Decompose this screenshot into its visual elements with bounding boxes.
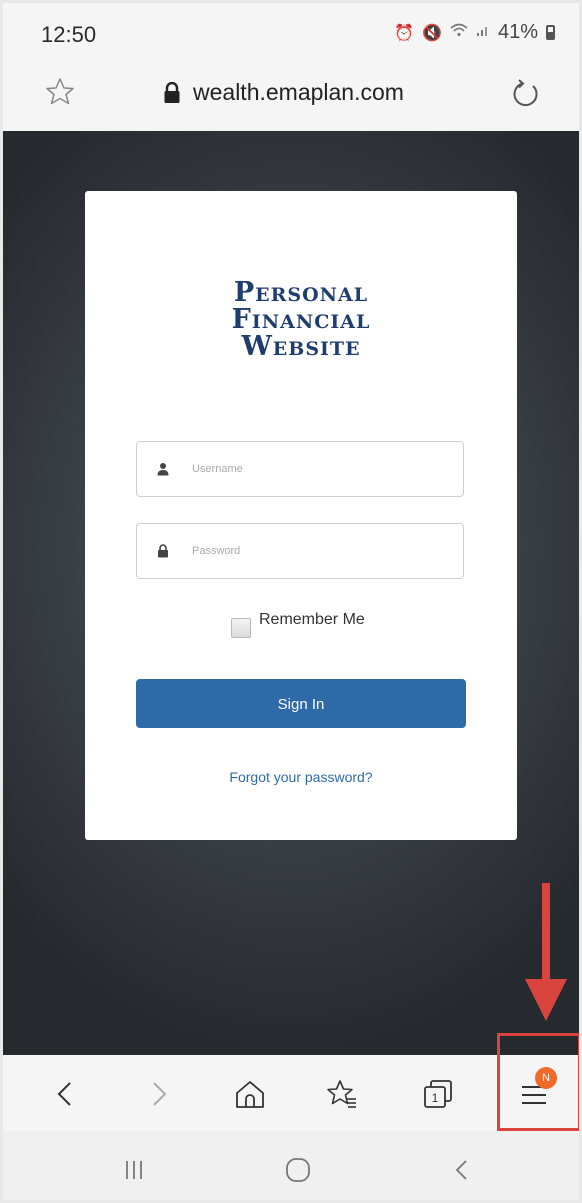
back-icon[interactable] <box>49 1077 83 1111</box>
brand-line-1: Personal <box>233 277 369 308</box>
star-icon[interactable] <box>43 75 77 109</box>
password-field[interactable] <box>136 523 464 579</box>
brand-logo: Personal Financial Website <box>85 279 517 360</box>
signal-icon <box>476 23 490 42</box>
status-bar: 12:50 ⏰ 🔇 41% <box>3 3 579 61</box>
lock-icon <box>158 544 168 558</box>
wifi-icon <box>450 23 468 42</box>
username-input[interactable] <box>192 454 442 484</box>
phone-screen: 12:50 ⏰ 🔇 41% wealth.emaplan.com Persona… <box>0 0 582 1203</box>
home-circle-icon[interactable] <box>283 1155 313 1185</box>
remember-checkbox[interactable] <box>231 618 251 638</box>
remember-label: Remember Me <box>259 611 365 628</box>
home-icon[interactable] <box>233 1077 267 1111</box>
user-icon <box>157 463 169 476</box>
forgot-password-link[interactable]: Forgot your password? <box>85 769 517 785</box>
sign-in-button[interactable]: Sign In <box>136 679 466 728</box>
tabs-count: 1 <box>432 1091 439 1105</box>
alarm-icon: ⏰ <box>394 24 415 42</box>
status-icons: ⏰ 🔇 41% <box>394 21 555 44</box>
bookmarks-icon[interactable] <box>325 1077 359 1111</box>
password-input[interactable] <box>192 536 442 566</box>
battery-percent: 41% <box>497 21 538 43</box>
brand-line-3: Website <box>241 331 361 362</box>
annotation-arrow-icon <box>525 883 567 1021</box>
page-content: Personal Financial Website Username Reme… <box>3 131 579 1055</box>
annotation-highlight-box <box>497 1033 579 1131</box>
brand-line-2: Financial <box>231 304 371 335</box>
url-field[interactable]: wealth.emaplan.com <box>163 79 404 106</box>
browser-toolbar: 1 N <box>3 1033 579 1131</box>
forward-icon[interactable] <box>141 1077 175 1111</box>
mute-icon: 🔇 <box>422 24 442 42</box>
url-bar: wealth.emaplan.com <box>3 61 579 131</box>
reload-icon[interactable] <box>509 77 543 111</box>
remember-me[interactable]: Remember Me <box>231 608 365 638</box>
recent-apps-icon[interactable] <box>119 1155 149 1185</box>
battery-icon <box>546 25 555 40</box>
username-field[interactable] <box>136 441 464 497</box>
system-back-icon[interactable] <box>447 1155 477 1185</box>
system-nav-bar <box>3 1131 579 1200</box>
status-time: 12:50 <box>41 22 97 47</box>
lock-icon <box>164 81 180 103</box>
login-card: Personal Financial Website Username Reme… <box>85 191 517 840</box>
url-text: wealth.emaplan.com <box>193 79 404 105</box>
tabs-icon[interactable]: 1 <box>421 1077 455 1111</box>
